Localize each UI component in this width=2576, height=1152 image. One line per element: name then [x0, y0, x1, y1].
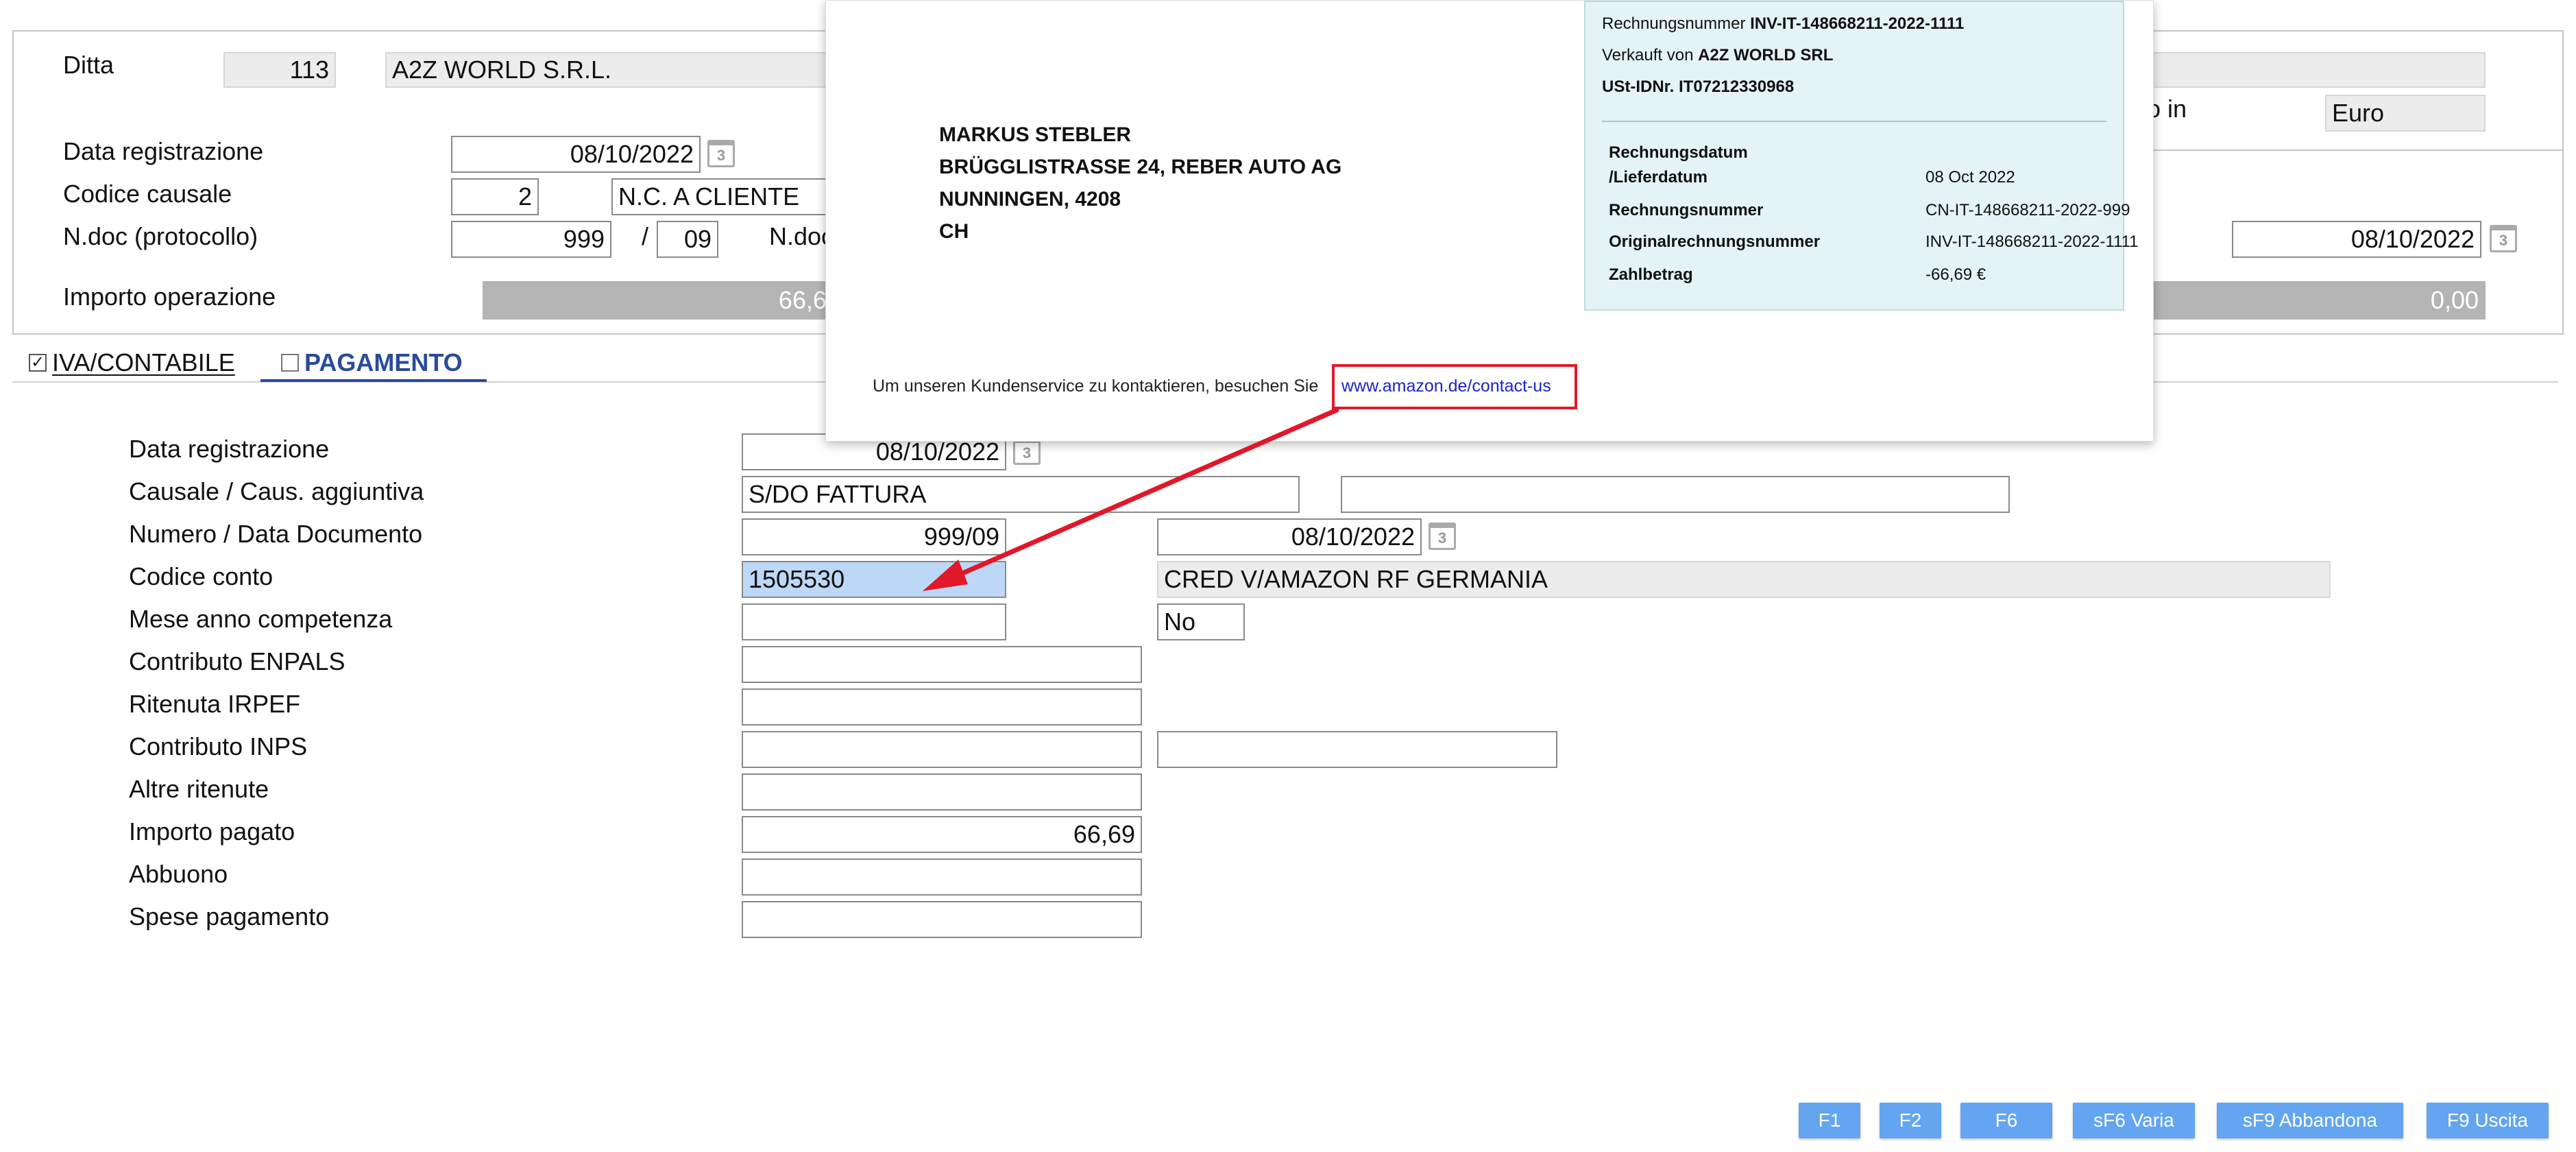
annotation-arrow [923, 407, 1339, 591]
